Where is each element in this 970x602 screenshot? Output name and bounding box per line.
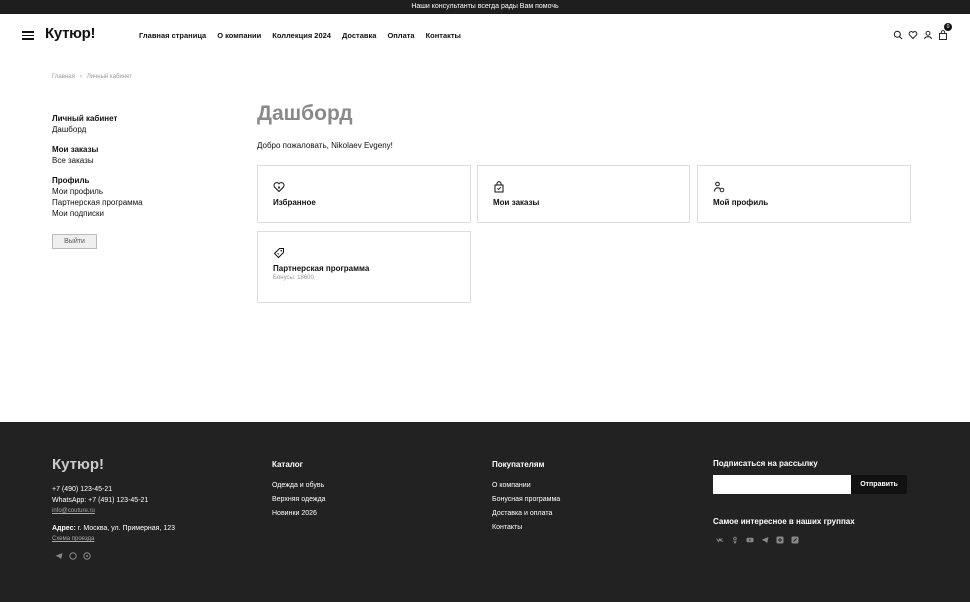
breadcrumb-home[interactable]: Главная: [52, 74, 75, 80]
sidebar-item-partner[interactable]: Партнерская программа: [52, 197, 222, 208]
search-icon[interactable]: [893, 30, 903, 40]
footer-link[interactable]: Доставка и оплата: [492, 507, 560, 521]
footer-link[interactable]: Новинки 2026: [272, 507, 326, 521]
subscribe-title: Подписаться на рассылку: [713, 459, 818, 468]
card-title: Мои заказы: [493, 198, 540, 207]
footer-link[interactable]: Бонусная программа: [492, 493, 560, 507]
card-title: Мой профиль: [713, 198, 769, 207]
breadcrumb: Главная › Личный кабинет: [52, 74, 132, 80]
account-sidebar: Личный кабинет Дашборд Мои заказы Все за…: [52, 113, 222, 228]
heart-icon[interactable]: [908, 30, 918, 40]
footer-catalog-title: Каталог: [272, 460, 303, 469]
youtube-icon[interactable]: [746, 536, 754, 544]
rutube-icon[interactable]: [791, 536, 799, 544]
footer-email[interactable]: info@couture.ru: [52, 506, 175, 517]
tag-icon: [273, 248, 284, 259]
profile-icon: [714, 181, 725, 193]
main-nav: Главная страница О компании Коллекция 20…: [139, 31, 461, 40]
viber-icon[interactable]: [83, 552, 91, 560]
sidebar-group: Мои заказы Все заказы: [52, 144, 222, 166]
site-logo[interactable]: Кутюр!: [45, 25, 96, 42]
heart-icon: [273, 182, 285, 193]
sidebar-item-all-orders[interactable]: Все заказы: [52, 155, 222, 166]
whatsapp-icon[interactable]: [69, 552, 77, 560]
groups-title: Самое интересное в наших группах: [713, 517, 855, 526]
sidebar-group: Профиль Мои профиль Партнерская программ…: [52, 175, 222, 219]
sidebar-heading[interactable]: Мои заказы: [52, 144, 222, 155]
sidebar-heading[interactable]: Профиль: [52, 175, 222, 186]
cart-icon[interactable]: 0: [938, 23, 952, 40]
card-title: Избранное: [273, 198, 316, 207]
site-footer: Кутюр! +7 (490) 123-45-21 WhatsApp: +7 (…: [0, 422, 970, 602]
route-link[interactable]: Схема проезда: [52, 534, 175, 545]
footer-buyers: Покупателям О компании Бонусная программ…: [492, 460, 560, 535]
nav-about[interactable]: О компании: [217, 31, 261, 40]
footer-logo[interactable]: Кутюр!: [52, 456, 104, 473]
footer-link[interactable]: Одежда и обувь: [272, 479, 326, 493]
footer-phone[interactable]: +7 (490) 123-45-21: [52, 484, 175, 495]
sidebar-item-dashboard[interactable]: Дашборд: [52, 124, 222, 135]
footer-whatsapp[interactable]: WhatsApp: +7 (491) 123-45-21: [52, 495, 175, 506]
telegram-icon[interactable]: [55, 552, 63, 560]
card-orders[interactable]: Мои заказы: [477, 165, 690, 223]
card-partner-program[interactable]: Партнерская программа Бонусы: 18600: [257, 231, 471, 303]
footer-link[interactable]: Верхняя одежда: [272, 493, 326, 507]
sidebar-item-subscriptions[interactable]: Мои подписки: [52, 208, 222, 219]
plus-icon[interactable]: [776, 536, 784, 544]
bag-icon: [494, 181, 504, 193]
nav-payment[interactable]: Оплата: [387, 31, 414, 40]
footer-link[interactable]: О компании: [492, 479, 560, 493]
site-header: Кутюр! Главная страница О компании Колле…: [0, 14, 970, 58]
subscribe-email-input[interactable]: [713, 475, 851, 494]
nav-delivery[interactable]: Доставка: [342, 31, 376, 40]
header-icons: 0: [893, 23, 952, 40]
vk-icon[interactable]: [716, 536, 724, 544]
card-favorites[interactable]: Избранное: [257, 165, 471, 223]
footer-catalog: Каталог Одежда и обувь Верхняя одежда Но…: [272, 460, 326, 521]
welcome-text: Добро пожаловать, Nikolaev Evgeny!: [257, 141, 393, 150]
footer-social: [55, 552, 91, 560]
chevron-right-icon: ›: [79, 74, 82, 80]
bonus-balance: Бонусы: 18600: [273, 275, 314, 281]
footer-contacts: +7 (490) 123-45-21 WhatsApp: +7 (491) 12…: [52, 484, 175, 545]
footer-link[interactable]: Контакты: [492, 521, 560, 535]
card-profile[interactable]: Мой профиль: [697, 165, 911, 223]
address-label: Адрес:: [52, 525, 76, 532]
footer-buyers-title: Покупателям: [492, 460, 545, 469]
logout-button[interactable]: Выйти: [52, 234, 97, 249]
breadcrumb-current: Личный кабинет: [86, 74, 132, 80]
user-icon[interactable]: [923, 30, 933, 40]
sidebar-item-profile[interactable]: Мои профиль: [52, 186, 222, 197]
sidebar-group: Личный кабинет Дашборд: [52, 113, 222, 135]
sidebar-heading[interactable]: Личный кабинет: [52, 113, 222, 124]
card-title: Партнерская программа: [273, 264, 370, 273]
nav-home[interactable]: Главная страница: [139, 31, 206, 40]
address-text: г. Москва, ул. Примерная, 123: [77, 525, 176, 532]
nav-contacts[interactable]: Контакты: [426, 31, 461, 40]
footer-address: Адрес: г. Москва, ул. Примерная, 123: [52, 523, 175, 534]
odnoklassniki-icon[interactable]: [731, 536, 739, 544]
telegram-icon[interactable]: [761, 536, 769, 544]
menu-icon[interactable]: [22, 31, 34, 40]
announcement-bar: Наши консультанты всегда рады Вам помочь: [0, 0, 970, 14]
nav-collection[interactable]: Коллекция 2024: [272, 31, 331, 40]
page-title: Дашборд: [257, 102, 353, 125]
group-social-icons: [716, 536, 799, 544]
subscribe-button[interactable]: Отправить: [851, 475, 907, 494]
cart-count-badge: 0: [944, 23, 952, 31]
